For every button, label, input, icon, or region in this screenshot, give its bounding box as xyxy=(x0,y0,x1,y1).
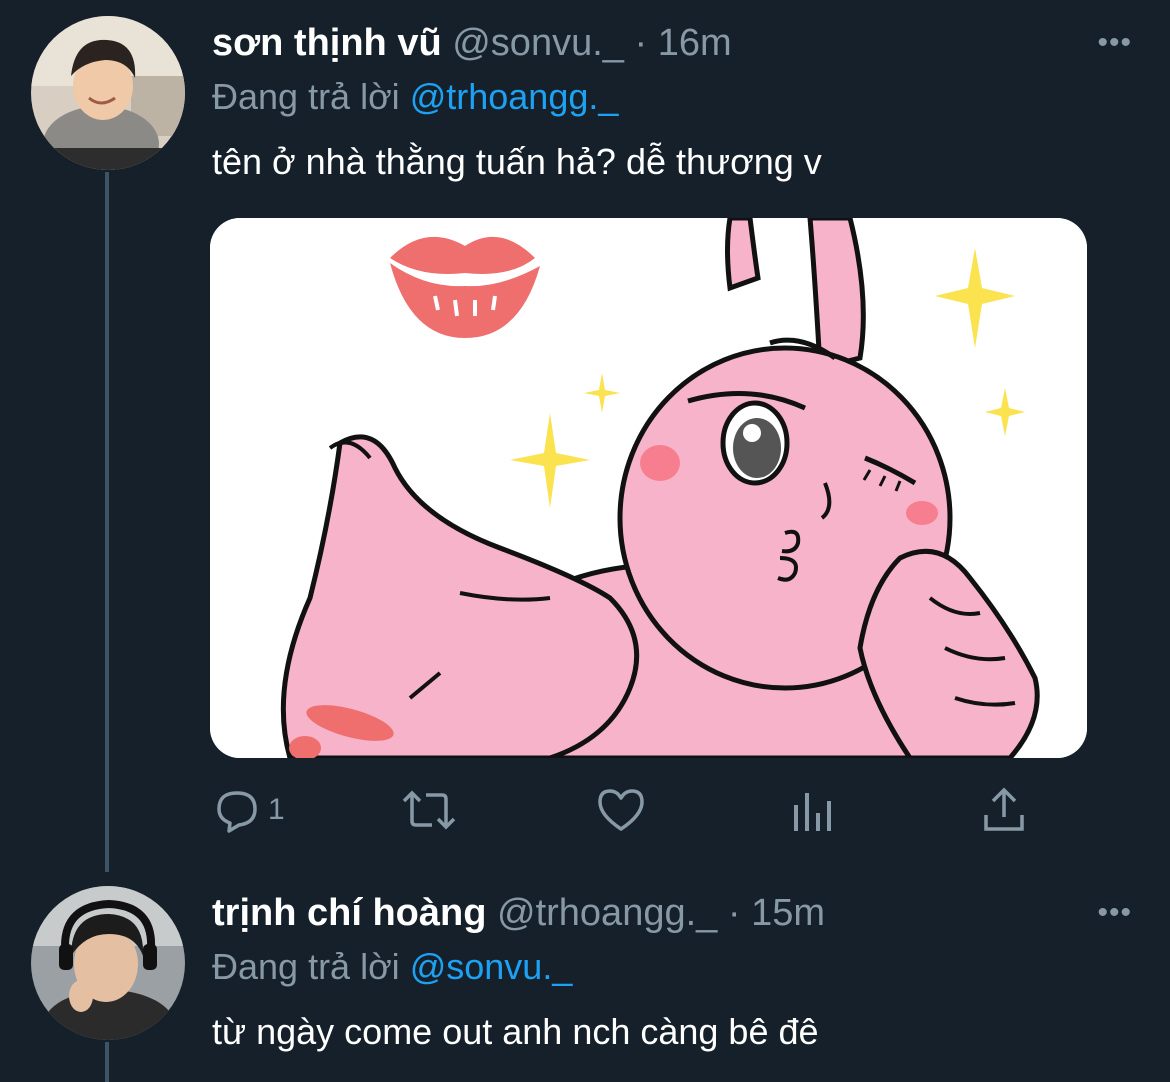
tweet-2-header: trịnh chí hoàng @trhoangg._ · 15m xyxy=(212,892,825,935)
replying-to: Đang trả lời @sonvu._ xyxy=(212,946,572,988)
sticker-illustration xyxy=(210,218,1087,758)
more-icon: ••• xyxy=(1097,896,1132,929)
more-icon: ••• xyxy=(1097,26,1132,59)
analytics-icon xyxy=(794,793,831,831)
display-name[interactable]: trịnh chí hoàng xyxy=(212,892,486,934)
heart-icon xyxy=(598,789,644,831)
more-options-button[interactable]: ••• xyxy=(1097,896,1132,930)
thread-connector-line-bottom xyxy=(105,1042,109,1082)
timestamp[interactable]: 16m xyxy=(658,22,732,64)
timestamp[interactable]: 15m xyxy=(751,892,825,934)
retweet-icon xyxy=(402,790,456,830)
tweet-media-image[interactable] xyxy=(210,218,1087,758)
replying-to-label: Đang trả lời xyxy=(212,946,400,987)
user-handle[interactable]: @sonvu._ xyxy=(452,22,624,64)
analytics-button[interactable] xyxy=(792,782,836,838)
like-button[interactable] xyxy=(596,782,646,838)
mention-link[interactable]: @sonvu._ xyxy=(410,946,573,987)
reply-button[interactable]: 1 xyxy=(212,782,285,838)
reply-count: 1 xyxy=(268,793,285,826)
mention-link[interactable]: @trhoangg._ xyxy=(410,76,619,117)
tweet-text: tên ở nhà thằng tuấn hả? dễ thương v xyxy=(212,141,822,182)
tweet-1-header: sơn thịnh vũ @sonvu._ · 16m xyxy=(212,22,732,65)
avatar-user-2[interactable] xyxy=(31,886,185,1040)
share-icon xyxy=(984,787,1024,831)
replying-to-label: Đang trả lời xyxy=(212,76,400,117)
tweet-text: từ ngày come out anh nch càng bê đê xyxy=(212,1011,819,1052)
user-handle[interactable]: @trhoangg._ xyxy=(497,892,717,934)
retweet-button[interactable] xyxy=(400,782,458,838)
separator-dot: · xyxy=(634,22,648,64)
tweet-action-bar: 1 xyxy=(212,782,1032,842)
replying-to: Đang trả lời @trhoangg._ xyxy=(212,76,618,118)
thread-connector-line xyxy=(105,172,109,872)
more-options-button[interactable]: ••• xyxy=(1097,26,1132,60)
avatar-user-1[interactable] xyxy=(31,16,185,170)
display-name[interactable]: sơn thịnh vũ xyxy=(212,22,442,64)
share-button[interactable] xyxy=(980,782,1028,838)
separator-dot: · xyxy=(727,892,741,934)
reply-icon xyxy=(217,791,257,833)
